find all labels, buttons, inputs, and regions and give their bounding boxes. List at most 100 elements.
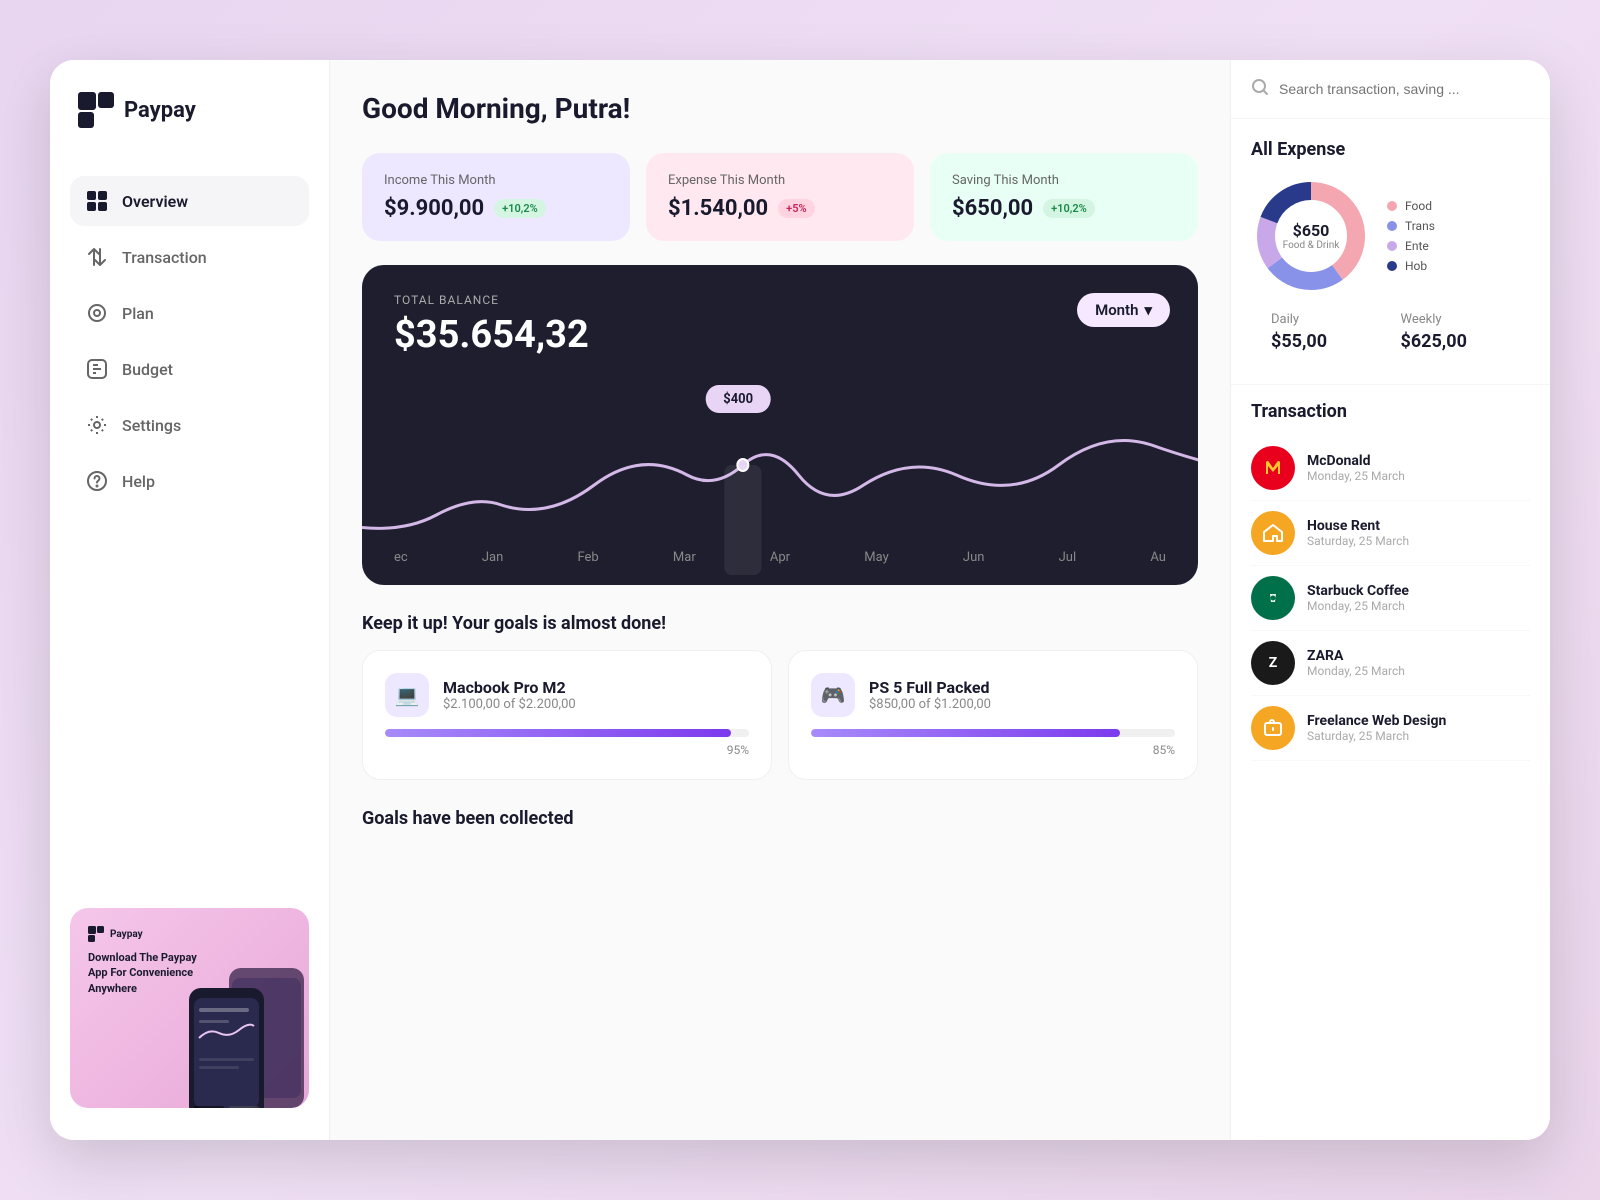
mcdonalds-icon <box>1251 446 1295 490</box>
expense-value: $1.540,00 <box>668 196 768 221</box>
saving-value: $650,00 <box>952 196 1033 221</box>
chevron-down-icon: ▾ <box>1144 301 1152 319</box>
sidebar-item-transaction[interactable]: Transaction <box>70 232 309 282</box>
app-promo-logo-text: Paypay <box>110 929 143 940</box>
weekly-value: $625,00 <box>1401 331 1511 352</box>
logo-area: Paypay <box>70 92 309 128</box>
macbook-progress-bg <box>385 729 749 737</box>
month-may: May <box>864 550 888 565</box>
balance-value: $35.654,32 <box>394 313 1166 357</box>
month-jan: Jan <box>482 550 503 565</box>
app-promo-logo: Paypay <box>88 926 291 942</box>
legend-transport-label: Trans <box>1405 219 1435 233</box>
freelance-date: Saturday, 25 March <box>1307 729 1530 743</box>
freelance-info: Freelance Web Design Saturday, 25 March <box>1307 713 1530 743</box>
stat-card-expense: Expense This Month $1.540,00 +5% <box>646 153 914 241</box>
expense-value-row: $1.540,00 +5% <box>668 196 892 221</box>
goal-macbook-header: 💻 Macbook Pro M2 $2.100,00 of $2.200,00 <box>385 673 749 717</box>
mcdonalds-info: McDonald Monday, 25 March <box>1307 453 1530 483</box>
ps5-icon: 🎮 <box>811 673 855 717</box>
income-value: $9.900,00 <box>384 196 484 221</box>
tx-item-freelance[interactable]: Freelance Web Design Saturday, 25 March <box>1251 696 1530 761</box>
transaction-icon <box>86 246 108 268</box>
search-input[interactable] <box>1279 81 1530 97</box>
macbook-progress-fill <box>385 729 731 737</box>
app-promo-card: Paypay Download The Paypay App For Conve… <box>70 908 309 1108</box>
donut-amount: $650 <box>1283 221 1340 240</box>
donut-area: $650 Food & Drink Food Trans <box>1251 176 1530 296</box>
sidebar-item-settings[interactable]: Settings <box>70 400 309 450</box>
help-icon <box>86 470 108 492</box>
daily-weekly: Daily $55,00 Weekly $625,00 <box>1251 312 1530 368</box>
balance-card: TOTAL BALANCE $35.654,32 Month ▾ $400 <box>362 265 1198 585</box>
month-mar: Mar <box>673 550 696 565</box>
expense-section: All Expense $650 <box>1231 119 1550 385</box>
ps5-progress-pct: 85% <box>811 743 1175 757</box>
house-rent-name: House Rent <box>1307 518 1530 534</box>
daily-label: Daily <box>1271 312 1381 327</box>
legend-hobbies: Hob <box>1387 259 1435 273</box>
starbucks-date: Monday, 25 March <box>1307 599 1530 613</box>
macbook-icon: 💻 <box>385 673 429 717</box>
goals-collected-title: Goals have been collected <box>362 808 1198 829</box>
zara-info: ZARA Monday, 25 March <box>1307 648 1530 678</box>
legend-entertainment: Ente <box>1387 239 1435 253</box>
freelance-icon <box>1251 706 1295 750</box>
tx-item-starbucks[interactable]: Starbuck Coffee Monday, 25 March <box>1251 566 1530 631</box>
ps5-amount: $850,00 of $1.200,00 <box>869 697 991 712</box>
house-rent-date: Saturday, 25 March <box>1307 534 1530 548</box>
weekly-item: Weekly $625,00 <box>1401 312 1511 352</box>
stat-card-income: Income This Month $9.900,00 +10,2% <box>362 153 630 241</box>
weekly-label: Weekly <box>1401 312 1511 327</box>
tx-item-mcdonalds[interactable]: McDonald Monday, 25 March <box>1251 436 1530 501</box>
sidebar-item-plan[interactable]: Plan <box>70 288 309 338</box>
budget-icon <box>86 358 108 380</box>
sidebar-item-help[interactable]: Help <box>70 456 309 506</box>
zara-icon: Z <box>1251 641 1295 685</box>
legend-hobbies-label: Hob <box>1405 259 1427 273</box>
month-apr: Apr <box>770 550 790 565</box>
mcdonalds-name: McDonald <box>1307 453 1530 469</box>
transaction-title: Transaction <box>1251 401 1530 422</box>
sidebar-item-budget[interactable]: Budget <box>70 344 309 394</box>
svg-text:$400: $400 <box>723 391 753 408</box>
sidebar: Paypay Overview <box>50 60 330 1140</box>
legend-transport-dot <box>1387 221 1397 231</box>
zara-name: ZARA <box>1307 648 1530 664</box>
tx-item-house-rent[interactable]: House Rent Saturday, 25 March <box>1251 501 1530 566</box>
sidebar-item-overview-label: Overview <box>122 192 188 211</box>
macbook-name: Macbook Pro M2 <box>443 678 576 697</box>
saving-badge: +10,2% <box>1043 199 1095 218</box>
tx-item-zara[interactable]: Z ZARA Monday, 25 March <box>1251 631 1530 696</box>
chart-area: $400 ec Jan Feb Mar Apr May Jun Jul Au <box>362 385 1198 585</box>
month-jun: Jun <box>963 550 985 565</box>
legend-food-label: Food <box>1405 199 1432 213</box>
income-value-row: $9.900,00 +10,2% <box>384 196 608 221</box>
chart-months: ec Jan Feb Mar Apr May Jun Jul Au <box>394 550 1166 565</box>
sidebar-item-settings-label: Settings <box>122 416 181 435</box>
goals-section-title: Keep it up! Your goals is almost done! <box>362 613 1198 634</box>
settings-icon <box>86 414 108 436</box>
expense-legend: Food Trans Ente Hob <box>1387 199 1435 273</box>
daily-value: $55,00 <box>1271 331 1381 352</box>
house-rent-info: House Rent Saturday, 25 March <box>1307 518 1530 548</box>
legend-entertainment-label: Ente <box>1405 239 1429 253</box>
starbucks-icon <box>1251 576 1295 620</box>
grid-icon <box>86 190 108 212</box>
donut-label: Food & Drink <box>1283 240 1340 251</box>
search-icon <box>1251 78 1269 100</box>
logo-icon <box>78 92 114 128</box>
month-jul: Jul <box>1059 550 1077 565</box>
goals-row: 💻 Macbook Pro M2 $2.100,00 of $2.200,00 … <box>362 650 1198 780</box>
saving-value-row: $650,00 +10,2% <box>952 196 1176 221</box>
ps5-name: PS 5 Full Packed <box>869 678 991 697</box>
balance-label: TOTAL BALANCE <box>394 293 1166 307</box>
logo-text: Paypay <box>124 98 196 123</box>
zara-date: Monday, 25 March <box>1307 664 1530 678</box>
legend-entertainment-dot <box>1387 241 1397 251</box>
sidebar-item-overview[interactable]: Overview <box>70 176 309 226</box>
income-badge: +10,2% <box>494 199 546 218</box>
phone-mockup <box>189 958 309 1108</box>
month-selector[interactable]: Month ▾ <box>1077 293 1170 327</box>
search-bar <box>1231 60 1550 119</box>
